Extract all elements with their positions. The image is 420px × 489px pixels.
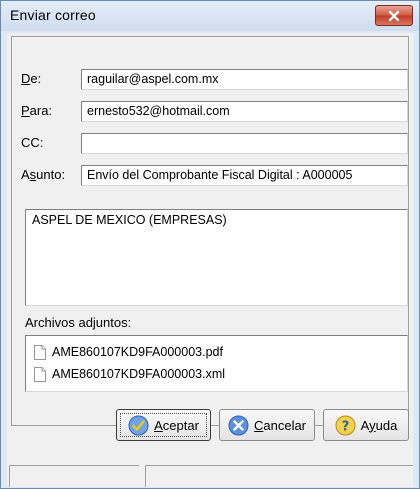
list-item[interactable]: AME860107KD9FA000003.pdf	[34, 342, 223, 362]
x-circle-icon	[228, 415, 249, 435]
focus-rectangle	[120, 413, 207, 437]
svg-text:?: ?	[341, 419, 349, 434]
asunto-field[interactable]: Envío del Comprobante Fiscal Digital : A…	[81, 165, 408, 186]
window-title: Enviar correo	[10, 7, 96, 23]
list-item[interactable]: AME860107KD9FA000003.xml	[34, 364, 225, 384]
document-icon	[34, 366, 46, 382]
help-button[interactable]: ? Ayuda	[323, 409, 409, 441]
para-label: Para:	[21, 103, 53, 118]
status-pane-left	[9, 465, 139, 487]
attachments-label: Archivos adjuntos:	[25, 315, 132, 330]
para-field[interactable]: ernesto532@hotmail.com	[81, 101, 408, 122]
attachment-name: AME860107KD9FA000003.xml	[52, 367, 226, 381]
title-bar: Enviar correo	[1, 1, 419, 31]
message-body[interactable]: ASPEL DE MEXICO (EMPRESAS)	[25, 209, 408, 306]
status-pane-right	[145, 465, 413, 487]
status-bar	[7, 465, 413, 487]
send-mail-window: Enviar correo De: raguilar@aspel.com.mx …	[0, 0, 420, 489]
cancel-label: Cancelar	[253, 417, 307, 433]
accept-button[interactable]: Aceptar	[116, 409, 211, 441]
de-label: De:	[21, 71, 42, 86]
question-icon: ?	[335, 415, 356, 435]
cancel-button[interactable]: Cancelar	[219, 409, 315, 441]
cc-field[interactable]	[81, 133, 408, 154]
asunto-label: Asunto:	[21, 167, 66, 182]
document-icon	[34, 344, 46, 360]
attachments-list[interactable]: AME860107KD9FA000003.pdf AME860107KD9FA0…	[25, 335, 408, 392]
dialog-body: De: raguilar@aspel.com.mx Para: ernesto5…	[7, 33, 413, 487]
mail-groupbox: De: raguilar@aspel.com.mx Para: ernesto5…	[11, 36, 409, 426]
help-label: Ayuda	[360, 417, 398, 433]
cc-label: CC:	[21, 135, 44, 150]
close-button[interactable]	[375, 5, 413, 26]
de-field[interactable]: raguilar@aspel.com.mx	[81, 69, 408, 90]
attachment-name: AME860107KD9FA000003.pdf	[52, 345, 223, 359]
close-icon	[388, 10, 400, 21]
